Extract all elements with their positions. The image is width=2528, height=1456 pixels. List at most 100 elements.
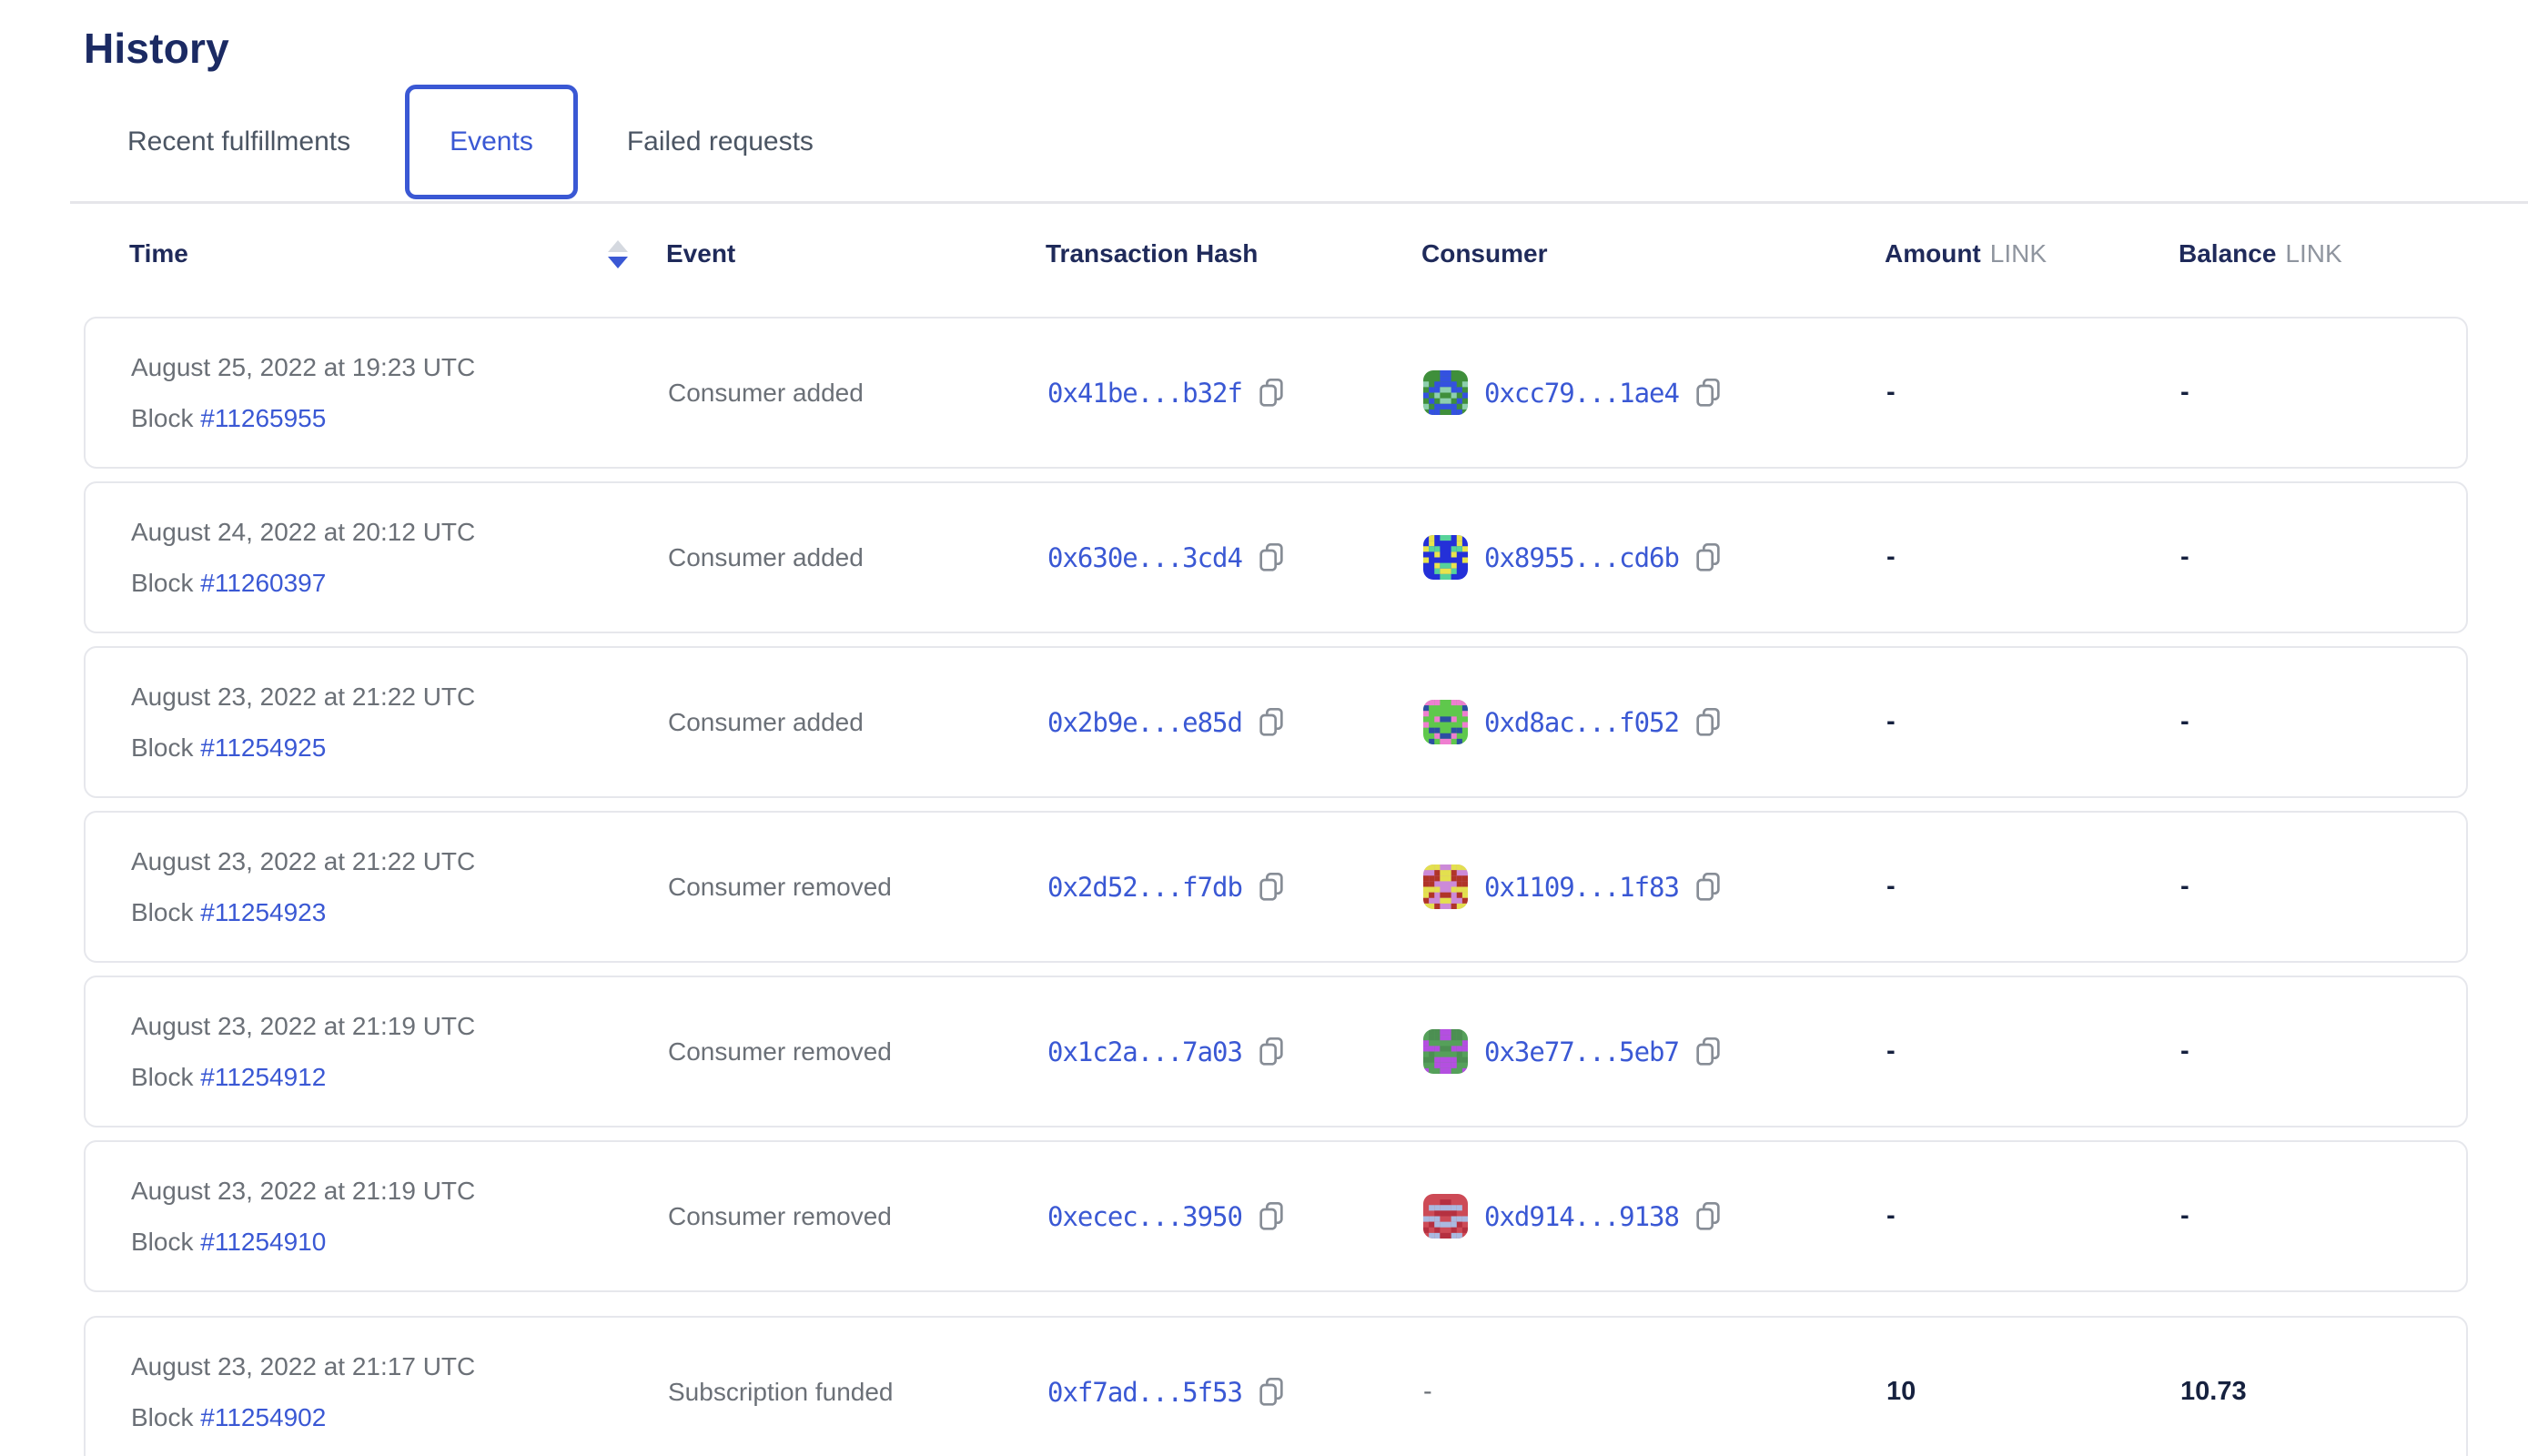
consumer-address-link[interactable]: 0x3e77...5eb7 (1484, 1036, 1679, 1067)
tab-failed-requests[interactable]: Failed requests (622, 126, 819, 157)
column-header-time[interactable]: Time (129, 239, 666, 268)
copy-icon[interactable] (1257, 1200, 1286, 1233)
copy-icon[interactable] (1694, 541, 1723, 574)
transaction-hash-cell: 0xecec...3950 (1047, 1200, 1423, 1233)
transaction-hash-cell: 0x2d52...f7db (1047, 871, 1423, 904)
consumer-address-link[interactable]: 0x8955...cd6b (1484, 542, 1679, 573)
balance-value: - (2180, 707, 2466, 737)
row-timestamp: August 23, 2022 at 21:19 UTC (131, 1012, 668, 1041)
amount-value: - (1886, 1201, 2180, 1231)
transaction-hash-cell: 0x41be...b32f (1047, 377, 1423, 410)
transaction-hash-link[interactable]: 0x2b9e...e85d (1047, 707, 1242, 738)
transaction-hash-link[interactable]: 0x630e...3cd4 (1047, 542, 1242, 573)
balance-value: - (2180, 1201, 2466, 1231)
block-label: Block (131, 404, 193, 432)
block-number-link[interactable]: #11254912 (200, 1063, 326, 1091)
consumer-cell: 0xcc79...1ae4 (1423, 370, 1886, 415)
consumer-address-link[interactable]: 0xd914...9138 (1484, 1201, 1679, 1232)
tab-events[interactable]: Events (405, 85, 578, 199)
transaction-hash-link[interactable]: 0xf7ad...5f53 (1047, 1377, 1242, 1408)
time-header-label: Time (129, 239, 188, 268)
table-row: August 25, 2022 at 19:23 UTC Block #1126… (84, 317, 2468, 469)
time-cell: August 24, 2022 at 20:12 UTC Block #1126… (131, 518, 668, 598)
block-number-link[interactable]: #11254902 (200, 1403, 326, 1431)
balance-value: 10.73 (2180, 1377, 2466, 1407)
amount-value: - (1886, 378, 2180, 408)
transaction-hash-cell: 0x1c2a...7a03 (1047, 1036, 1423, 1068)
table-row: August 23, 2022 at 21:22 UTC Block #1125… (84, 646, 2468, 798)
event-type: Consumer removed (668, 873, 1047, 902)
tab-recent-fulfillments[interactable]: Recent fulfillments (122, 126, 356, 157)
row-timestamp: August 23, 2022 at 21:19 UTC (131, 1177, 668, 1206)
consumer-cell: 0x1109...1f83 (1423, 864, 1886, 909)
block-number-link[interactable]: #11254925 (200, 733, 326, 762)
balance-value: - (2180, 872, 2466, 902)
table-row: August 23, 2022 at 21:17 UTC Block #1125… (84, 1316, 2468, 1456)
row-timestamp: August 23, 2022 at 21:22 UTC (131, 847, 668, 876)
event-type: Consumer added (668, 708, 1047, 737)
event-type: Consumer removed (668, 1037, 1047, 1067)
transaction-hash-cell: 0x2b9e...e85d (1047, 706, 1423, 739)
copy-icon[interactable] (1694, 706, 1723, 739)
balance-header-label: Balance (2179, 239, 2276, 268)
copy-icon[interactable] (1694, 1036, 1723, 1068)
block-label: Block (131, 1403, 193, 1431)
tab-bar: Recent fulfillments Events Failed reques… (84, 80, 2468, 204)
column-header-balance: BalanceLINK (2179, 239, 2468, 268)
block-number-link[interactable]: #11265955 (200, 404, 326, 432)
column-header-transaction-hash: Transaction Hash (1046, 239, 1421, 268)
block-number-link[interactable]: #11254910 (200, 1228, 326, 1256)
transaction-hash-link[interactable]: 0xecec...3950 (1047, 1201, 1242, 1232)
column-header-amount: AmountLINK (1885, 239, 2179, 268)
block-label: Block (131, 569, 193, 597)
balance-value: - (2180, 542, 2466, 572)
transaction-hash-link[interactable]: 0x41be...b32f (1047, 378, 1242, 409)
amount-value: - (1886, 872, 2180, 902)
sort-descending-icon[interactable] (608, 240, 628, 268)
row-timestamp: August 24, 2022 at 20:12 UTC (131, 518, 668, 547)
consumer-address-link[interactable]: 0xcc79...1ae4 (1484, 378, 1679, 409)
consumer-address-link: - (1423, 1377, 1432, 1407)
page-title: History (84, 0, 2468, 73)
table-row: August 24, 2022 at 20:12 UTC Block #1126… (84, 481, 2468, 633)
consumer-address-link[interactable]: 0x1109...1f83 (1484, 872, 1679, 903)
copy-icon[interactable] (1257, 1376, 1286, 1409)
table-header-row: Time Event Transaction Hash Consumer Amo… (84, 226, 2468, 282)
amount-value: - (1886, 707, 2180, 737)
transaction-hash-cell: 0x630e...3cd4 (1047, 541, 1423, 574)
block-label: Block (131, 1228, 193, 1256)
block-label: Block (131, 1063, 193, 1091)
amount-value: - (1886, 1036, 2180, 1067)
event-type: Subscription funded (668, 1378, 1047, 1407)
consumer-identicon-avatar (1423, 535, 1468, 580)
consumer-address-link[interactable]: 0xd8ac...f052 (1484, 707, 1679, 738)
copy-icon[interactable] (1257, 706, 1286, 739)
copy-icon[interactable] (1257, 377, 1286, 410)
consumer-cell: 0x8955...cd6b (1423, 535, 1886, 580)
row-timestamp: August 23, 2022 at 21:22 UTC (131, 682, 668, 712)
consumer-cell: - (1423, 1377, 1886, 1407)
balance-value: - (2180, 378, 2466, 408)
column-header-consumer: Consumer (1421, 239, 1885, 268)
copy-icon[interactable] (1694, 1200, 1723, 1233)
consumer-cell: 0xd914...9138 (1423, 1194, 1886, 1239)
event-type: Consumer removed (668, 1202, 1047, 1231)
transaction-hash-cell: 0xf7ad...5f53 (1047, 1376, 1423, 1409)
copy-icon[interactable] (1694, 871, 1723, 904)
copy-icon[interactable] (1257, 541, 1286, 574)
copy-icon[interactable] (1257, 871, 1286, 904)
event-type: Consumer added (668, 379, 1047, 408)
amount-unit-label: LINK (1990, 239, 2047, 268)
copy-icon[interactable] (1257, 1036, 1286, 1068)
time-cell: August 23, 2022 at 21:22 UTC Block #1125… (131, 847, 668, 927)
table-row: August 23, 2022 at 21:19 UTC Block #1125… (84, 1140, 2468, 1292)
transaction-hash-link[interactable]: 0x1c2a...7a03 (1047, 1036, 1242, 1067)
consumer-cell: 0x3e77...5eb7 (1423, 1029, 1886, 1074)
consumer-identicon-avatar (1423, 370, 1468, 415)
block-number-link[interactable]: #11260397 (200, 569, 326, 597)
transaction-hash-link[interactable]: 0x2d52...f7db (1047, 872, 1242, 903)
block-number-link[interactable]: #11254923 (200, 898, 326, 926)
time-cell: August 23, 2022 at 21:22 UTC Block #1125… (131, 682, 668, 763)
copy-icon[interactable] (1694, 377, 1723, 410)
consumer-cell: 0xd8ac...f052 (1423, 700, 1886, 744)
